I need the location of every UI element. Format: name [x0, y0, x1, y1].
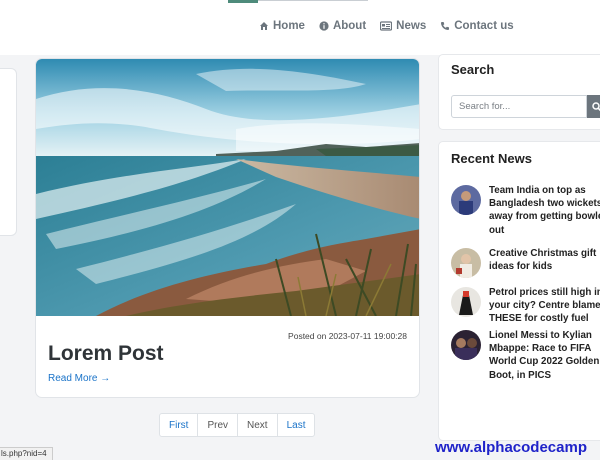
search-widget: Search: [438, 54, 600, 130]
recent-news-widget: Recent News Team India on top as Banglad…: [438, 141, 600, 441]
recent-news-title: Recent News: [451, 151, 532, 166]
page-next-button[interactable]: Next: [237, 414, 277, 436]
left-sidebar-panel: [0, 68, 17, 236]
news-item-title: Creative Christmas gift ideas for kids: [489, 248, 597, 273]
news-item[interactable]: Team India on top as Bangladesh two wick…: [451, 184, 600, 237]
news-item-title: Lionel Messi to Kylian Mbappe: Race to F…: [489, 330, 600, 381]
search-input[interactable]: [451, 95, 587, 118]
navbar-divider: [258, 0, 368, 1]
phone-icon: [441, 22, 450, 30]
nav-item-news[interactable]: News: [380, 20, 426, 32]
search-button[interactable]: [587, 95, 600, 118]
nav-item-contact[interactable]: Contact us: [440, 20, 514, 32]
nav-label-about: About: [332, 20, 367, 32]
nav-label-home: Home: [273, 20, 305, 32]
page-first-button[interactable]: First: [160, 414, 197, 436]
newspaper-icon: [380, 21, 393, 31]
post-title: Lorem Post: [48, 342, 164, 365]
news-thumbnail: [451, 330, 481, 360]
search-icon: [592, 101, 600, 111]
read-more-link[interactable]: Read More →: [48, 373, 110, 384]
news-thumbnail: [451, 248, 481, 278]
pagination: First Prev Next Last: [159, 413, 316, 437]
info-icon: [319, 21, 329, 31]
nav-item-home[interactable]: Home: [259, 20, 305, 32]
post-image: [36, 59, 419, 316]
news-item[interactable]: Petrol prices still high in your city? C…: [451, 286, 600, 326]
news-item-title: Petrol prices still high in your city? C…: [489, 287, 600, 325]
news-item-title: Team India on top as Bangladesh two wick…: [489, 185, 600, 236]
post-date: Posted on 2023-07-11 19:00:28: [288, 331, 407, 341]
nav-label-news: News: [396, 20, 427, 32]
watermark-text: www.alphacodecamp: [435, 439, 587, 456]
nav-label-contact: Contact us: [454, 20, 514, 32]
home-icon: [260, 22, 268, 30]
search-widget-title: Search: [451, 62, 495, 77]
news-item[interactable]: Lionel Messi to Kylian Mbappe: Race to F…: [451, 329, 600, 382]
navbar-accent-line: [228, 0, 258, 3]
status-bar-url: ls.php?nid=4: [0, 447, 53, 460]
news-thumbnail: [451, 287, 481, 317]
page-last-button[interactable]: Last: [276, 414, 315, 436]
page-prev-button[interactable]: Prev: [197, 414, 237, 436]
main-nav: Home About News Contact us: [259, 20, 514, 32]
news-item[interactable]: Creative Christmas gift ideas for kids: [451, 247, 600, 278]
news-thumbnail: [451, 185, 481, 215]
nav-item-about[interactable]: About: [319, 20, 366, 32]
top-navbar: Home About News Contact us: [0, 0, 600, 55]
post-card: Posted on 2023-07-11 19:00:28 Lorem Post…: [35, 58, 420, 398]
